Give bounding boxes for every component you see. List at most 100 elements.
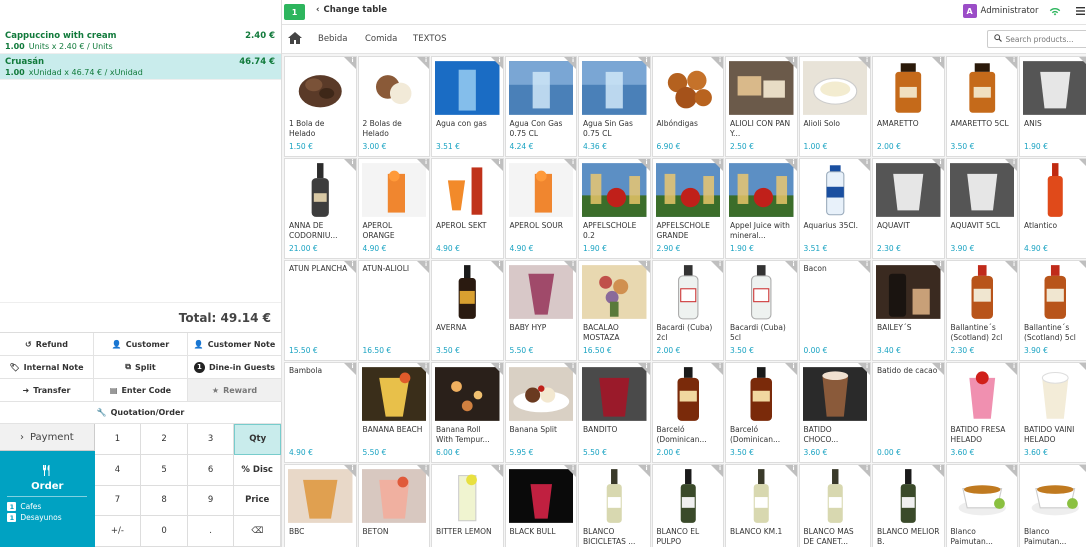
product-card[interactable]: Blanco Paimutan...1.60 € <box>1019 464 1086 547</box>
numpad-key-plus-minus[interactable]: +/- <box>94 516 142 547</box>
info-icon[interactable] <box>343 363 356 375</box>
product-card[interactable]: BETON4.90 € <box>357 464 430 547</box>
numpad-key-8[interactable]: 8 <box>141 485 188 517</box>
product-card[interactable]: ATUN PLANCHA15.50 € <box>284 260 357 361</box>
product-card[interactable]: ANIS 1.90 € <box>1019 56 1086 157</box>
product-card[interactable]: Agua Sin Gas 0.75 CL 4.36 € <box>578 56 651 157</box>
product-card[interactable]: Atlantico 4.90 € <box>1019 158 1086 259</box>
product-card[interactable]: APEROL SEKT 4.90 € <box>431 158 504 259</box>
info-icon[interactable] <box>784 57 797 69</box>
product-card[interactable]: Bambola4.90 € <box>284 362 357 463</box>
product-card[interactable]: BBC5.50 € <box>284 464 357 547</box>
product-card[interactable]: BATIDO FRESA HELADO 3.60 € <box>945 362 1018 463</box>
product-card[interactable]: BLANCO BICICLETAS ...18.00 € <box>578 464 651 547</box>
product-card[interactable]: Agua con gas 3.51 € <box>431 56 504 157</box>
product-card[interactable]: BAILEY´S 3.40 € <box>872 260 945 361</box>
info-icon[interactable] <box>784 261 797 273</box>
info-icon[interactable] <box>1078 363 1086 375</box>
order-button[interactable]: Order 1 Cafes 1 Desayunos <box>0 451 95 547</box>
product-card[interactable]: Ballantine´s (Scotland) 5cl 3.90 € <box>1019 260 1086 361</box>
numpad-key-7[interactable]: 7 <box>94 485 142 517</box>
menu-icon[interactable] <box>1075 7 1085 18</box>
product-card[interactable]: BATIDO VAINI HELADO 3.60 € <box>1019 362 1086 463</box>
product-card[interactable]: Banana Split 5.95 € <box>504 362 577 463</box>
customer-button[interactable]: 👤 Customer <box>94 333 188 356</box>
info-icon[interactable] <box>490 57 503 69</box>
info-icon[interactable] <box>1005 159 1017 171</box>
info-icon[interactable] <box>1078 465 1086 477</box>
product-card[interactable]: AVERNA 3.50 € <box>431 260 504 361</box>
info-icon[interactable] <box>490 363 503 375</box>
info-icon[interactable] <box>637 465 650 477</box>
product-card[interactable]: APFELSCHOLE 0.2 1.90 € <box>578 158 651 259</box>
info-icon[interactable] <box>564 159 576 171</box>
product-card[interactable]: Bacardi (Cuba) 2cl 2.00 € <box>651 260 724 361</box>
product-card[interactable]: BANANA BEACH 5.50 € <box>357 362 430 463</box>
info-icon[interactable] <box>858 465 870 477</box>
info-icon[interactable] <box>931 159 944 171</box>
info-icon[interactable] <box>1005 465 1017 477</box>
info-icon[interactable] <box>417 261 429 273</box>
reward-button[interactable]: ★ Reward <box>188 379 282 402</box>
product-card[interactable]: AMARETTO 5CL 3.50 € <box>945 56 1018 157</box>
product-card[interactable]: Bacon0.00 € <box>798 260 871 361</box>
numpad-key-2[interactable]: 2 <box>141 424 188 455</box>
numpad-key-0[interactable]: 0 <box>141 516 188 547</box>
info-icon[interactable] <box>490 261 503 273</box>
product-card[interactable]: Barceló (Dominican... 3.50 € <box>725 362 798 463</box>
category-bebida[interactable]: Bebida <box>318 34 347 44</box>
product-card[interactable]: Banana Roll With Tempur... 6.00 € <box>431 362 504 463</box>
info-icon[interactable] <box>1078 57 1086 69</box>
product-card[interactable]: Aquarius 35Cl. 3.51 € <box>798 158 871 259</box>
info-icon[interactable] <box>784 465 797 477</box>
product-card[interactable]: BATIDO CHOCO... 3.60 € <box>798 362 871 463</box>
product-card[interactable]: BLANCO KM.118.00 € <box>725 464 798 547</box>
info-icon[interactable] <box>417 159 429 171</box>
info-icon[interactable] <box>343 261 356 273</box>
info-icon[interactable] <box>931 465 944 477</box>
info-icon[interactable] <box>417 57 429 69</box>
info-icon[interactable] <box>1005 363 1017 375</box>
product-card[interactable]: BITTER LEMON3.51 € <box>431 464 504 547</box>
product-card[interactable]: APEROL SOUR 4.90 € <box>504 158 577 259</box>
user-menu[interactable]: A Administrator <box>962 4 1039 18</box>
enter-code-button[interactable]: ▤ Enter Code <box>94 379 188 402</box>
product-card[interactable]: Alioli Solo 1.00 € <box>798 56 871 157</box>
info-icon[interactable] <box>931 57 944 69</box>
product-card[interactable]: 2 Bolas de Helado 3.00 € <box>357 56 430 157</box>
info-icon[interactable] <box>858 363 870 375</box>
info-icon[interactable] <box>858 159 870 171</box>
transfer-button[interactable]: ➜ Transfer <box>0 379 94 402</box>
info-icon[interactable] <box>1005 57 1017 69</box>
info-icon[interactable] <box>564 465 576 477</box>
split-button[interactable]: ⧉ Split <box>94 356 188 379</box>
product-card[interactable]: AQUAVIT 2.30 € <box>872 158 945 259</box>
payment-button[interactable]: › Payment <box>0 424 95 451</box>
info-icon[interactable] <box>564 261 576 273</box>
info-icon[interactable] <box>343 159 356 171</box>
info-icon[interactable] <box>564 57 576 69</box>
home-icon[interactable] <box>288 32 302 47</box>
product-card[interactable]: 1 Bola de Helado 1.50 € <box>284 56 357 157</box>
product-card[interactable]: BLANCO MELIOR B.15.00 € <box>872 464 945 547</box>
product-card[interactable]: Batido de cacao0.00 € <box>872 362 945 463</box>
numpad-key-price[interactable]: Price <box>234 485 281 517</box>
numpad-key-backspace[interactable]: ⌫ <box>234 516 281 547</box>
product-card[interactable]: APEROL ORANGE 4.90 € <box>357 158 430 259</box>
order-line[interactable]: Cappuccino with cream 2.40 € 1.00 Units x … <box>0 28 281 54</box>
product-card[interactable]: Agua Con Gas 0.75 CL 4.24 € <box>504 56 577 157</box>
info-icon[interactable] <box>1078 159 1086 171</box>
numpad-key-qty[interactable]: Qty <box>234 424 281 455</box>
info-icon[interactable] <box>931 261 944 273</box>
info-icon[interactable] <box>637 57 650 69</box>
product-card[interactable]: BABY HYP 5.50 € <box>504 260 577 361</box>
info-icon[interactable] <box>343 465 356 477</box>
info-icon[interactable] <box>711 261 723 273</box>
product-card[interactable]: BACALAO MOSTAZA 16.50 € <box>578 260 651 361</box>
info-icon[interactable] <box>711 57 723 69</box>
info-icon[interactable] <box>784 159 797 171</box>
info-icon[interactable] <box>931 363 944 375</box>
info-icon[interactable] <box>490 159 503 171</box>
info-icon[interactable] <box>343 57 356 69</box>
product-card[interactable]: Barceló (Dominican... 2.00 € <box>651 362 724 463</box>
